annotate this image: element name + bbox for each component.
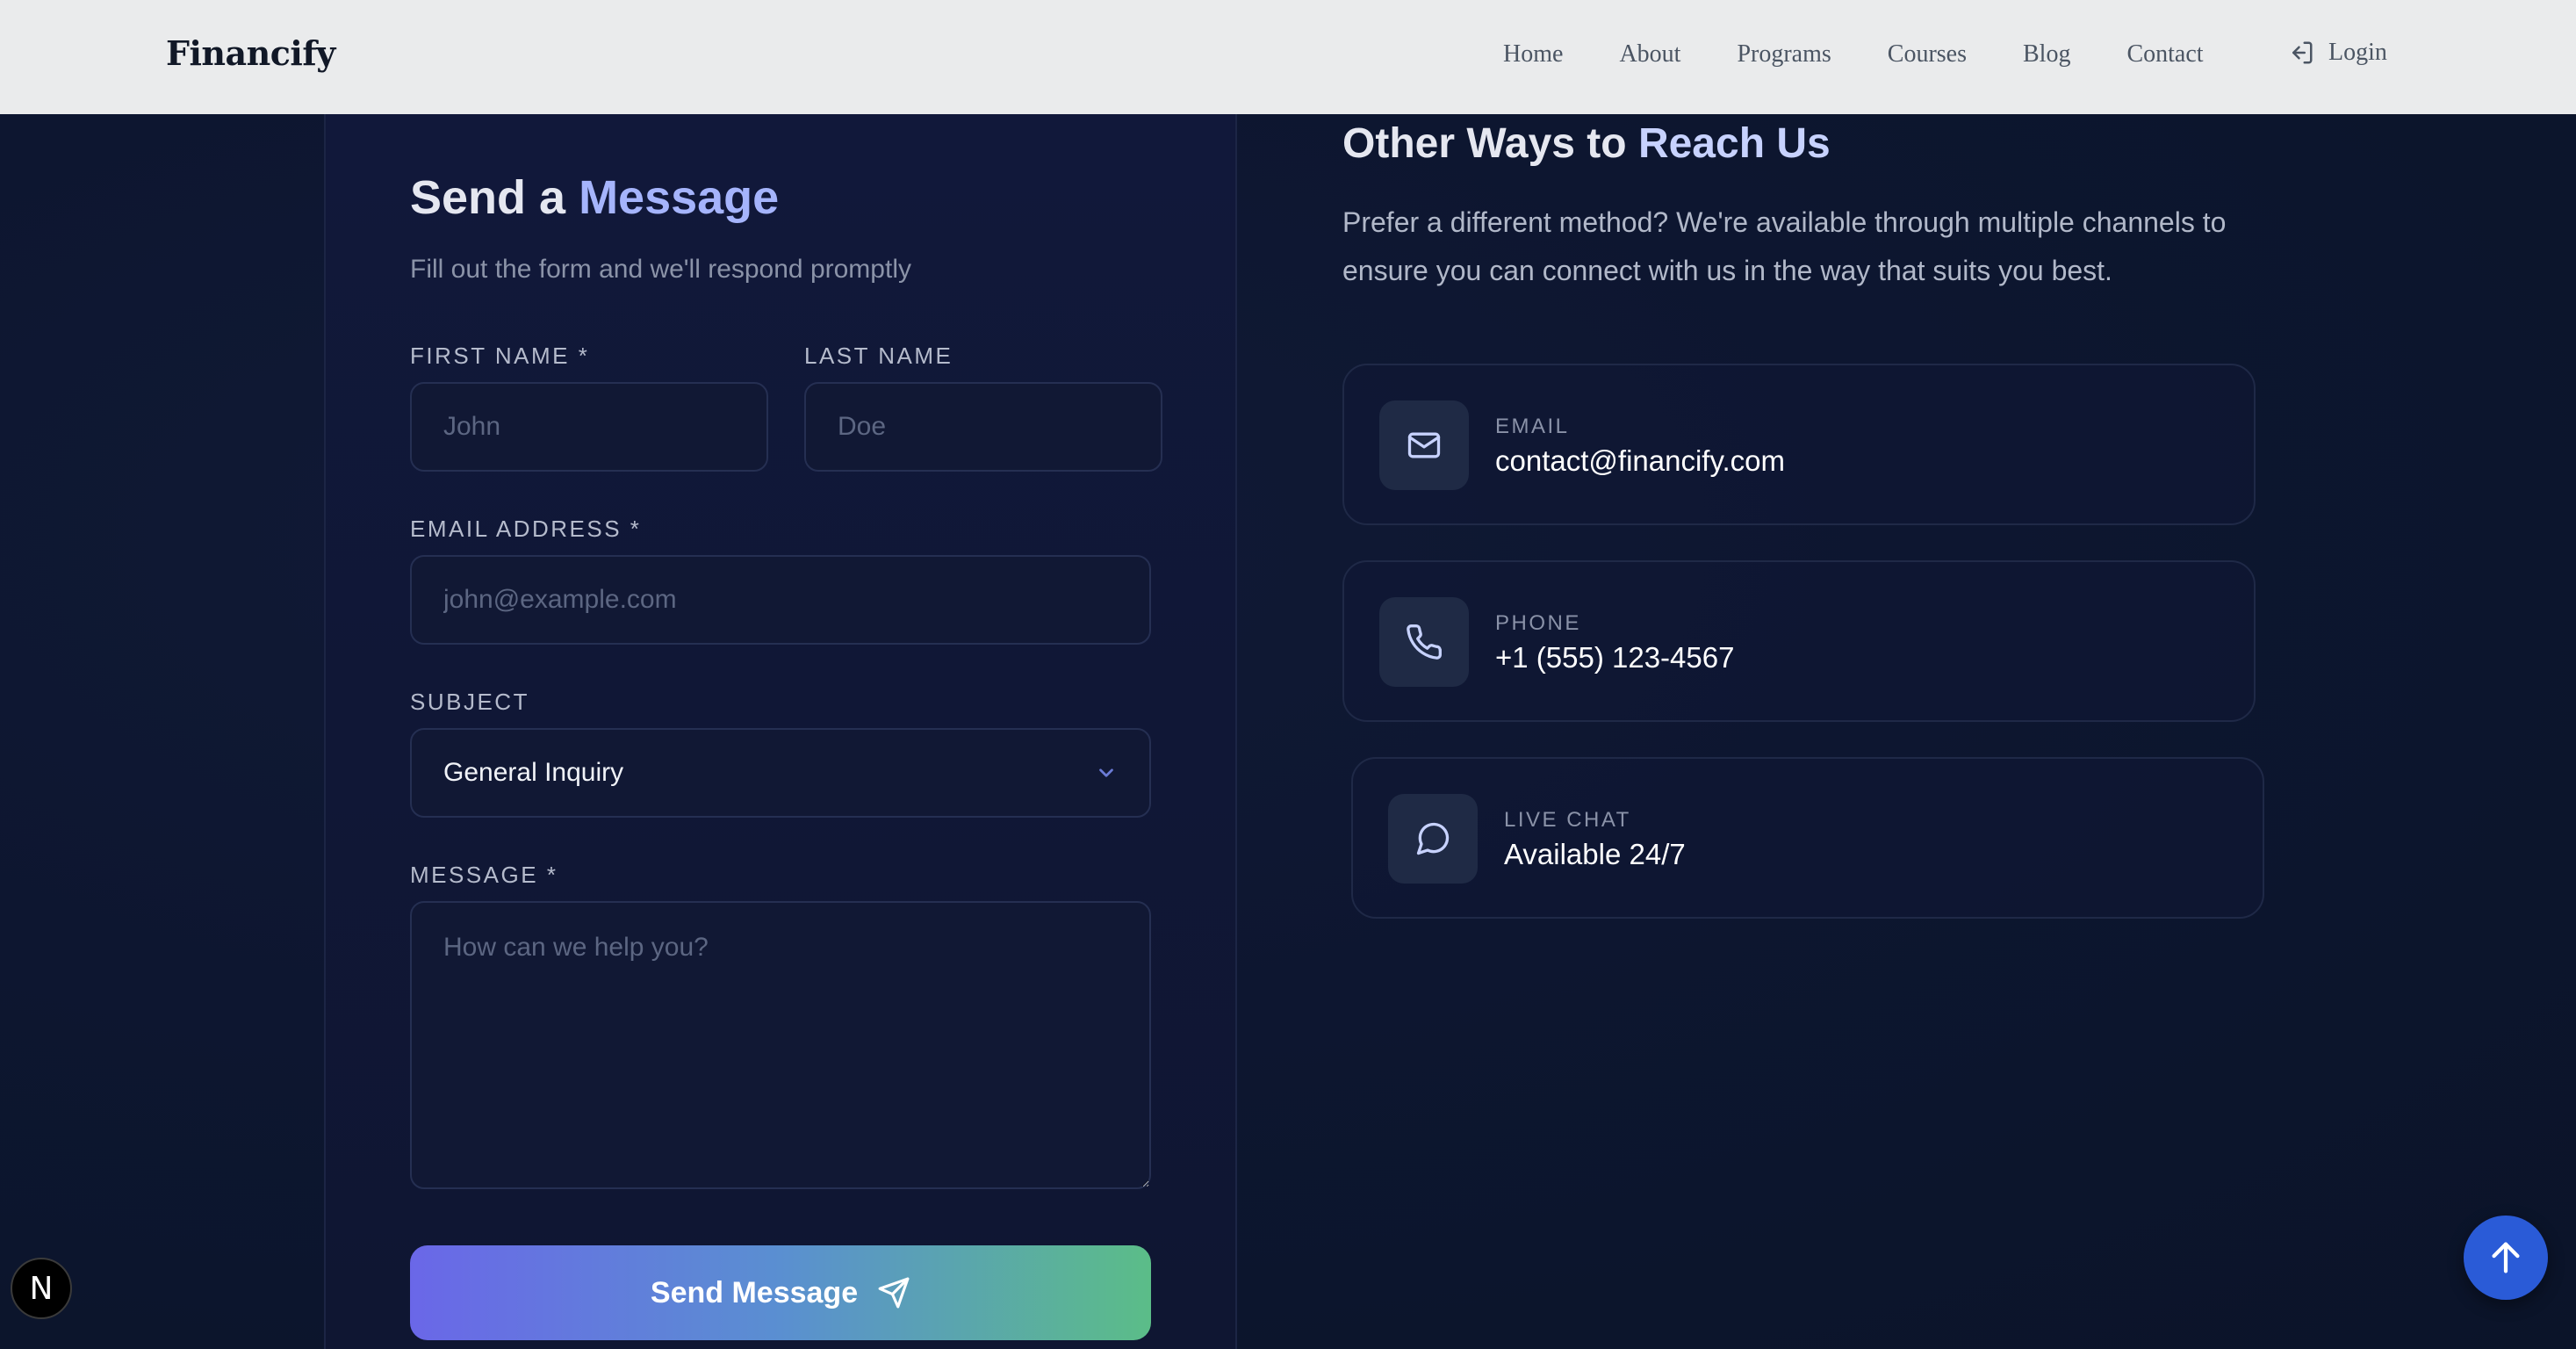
chat-icon-box — [1388, 794, 1478, 884]
last-name-label: LAST NAME — [804, 343, 953, 369]
contact-title-text: Other Ways to — [1342, 120, 1638, 167]
next-js-badge[interactable]: N — [11, 1258, 72, 1319]
nav-contact[interactable]: Contact — [2126, 40, 2203, 69]
contact-card-phone[interactable]: PHONE +1 (555) 123-4567 — [1342, 560, 2256, 722]
nav-programs[interactable]: Programs — [1737, 40, 1831, 69]
live-chat-card-label: LIVE CHAT — [1504, 808, 1631, 832]
send-message-button[interactable]: Send Message — [410, 1245, 1151, 1340]
form-title-accent: Message — [579, 171, 780, 224]
scroll-to-top-button[interactable] — [2464, 1216, 2548, 1300]
email-icon-box — [1379, 400, 1469, 490]
last-name-input[interactable] — [804, 382, 1162, 472]
first-name-input[interactable] — [410, 382, 768, 472]
login-button[interactable]: Login — [2288, 39, 2387, 67]
email-card-label: EMAIL — [1495, 415, 1570, 438]
main-nav: Home About Programs Courses Blog Contact — [1503, 40, 2260, 69]
brand-logo[interactable]: Financify — [166, 33, 335, 73]
site-header: Financify Home About Programs Courses Bl… — [0, 0, 2576, 114]
nav-blog[interactable]: Blog — [2023, 40, 2070, 69]
nav-home[interactable]: Home — [1503, 40, 1563, 69]
send-message-label: Send Message — [650, 1275, 859, 1309]
nav-about[interactable]: About — [1619, 40, 1680, 69]
message-label: MESSAGE * — [410, 862, 558, 888]
subject-label: SUBJECT — [410, 689, 529, 715]
contact-title: Other Ways to Reach Us — [1342, 119, 1831, 168]
phone-card-label: PHONE — [1495, 611, 1581, 635]
phone-icon — [1407, 624, 1442, 660]
arrow-up-icon — [2492, 1242, 2520, 1273]
chat-icon — [1416, 822, 1450, 855]
mail-icon — [1407, 432, 1441, 458]
subject-select[interactable]: General Inquiry — [410, 728, 1151, 818]
contact-title-accent: Reach Us — [1637, 120, 1831, 167]
contact-card-live-chat[interactable]: LIVE CHAT Available 24/7 — [1351, 757, 2264, 919]
send-icon — [878, 1277, 910, 1309]
form-title-text: Send a — [410, 171, 579, 224]
phone-icon-box — [1379, 597, 1469, 687]
form-title: Send a Message — [410, 170, 779, 225]
email-card-value[interactable]: contact@financify.com — [1495, 444, 1785, 478]
form-subtitle: Fill out the form and we'll respond prom… — [410, 255, 911, 284]
email-input[interactable] — [410, 555, 1151, 645]
contact-description: Prefer a different method? We're availab… — [1342, 206, 2227, 286]
subject-value: General Inquiry — [443, 758, 624, 787]
contact-card-email[interactable]: EMAIL contact@financify.com — [1342, 364, 2256, 525]
nav-courses[interactable]: Courses — [1888, 40, 1967, 69]
first-name-label: FIRST NAME * — [410, 343, 590, 369]
message-textarea[interactable] — [410, 901, 1151, 1189]
login-icon — [2292, 41, 2313, 64]
phone-card-value[interactable]: +1 (555) 123-4567 — [1495, 641, 1734, 674]
live-chat-card-value: Available 24/7 — [1504, 838, 1686, 870]
chevron-down-icon — [1099, 768, 1113, 777]
login-label: Login — [2328, 39, 2387, 66]
email-label: EMAIL ADDRESS * — [410, 516, 642, 542]
